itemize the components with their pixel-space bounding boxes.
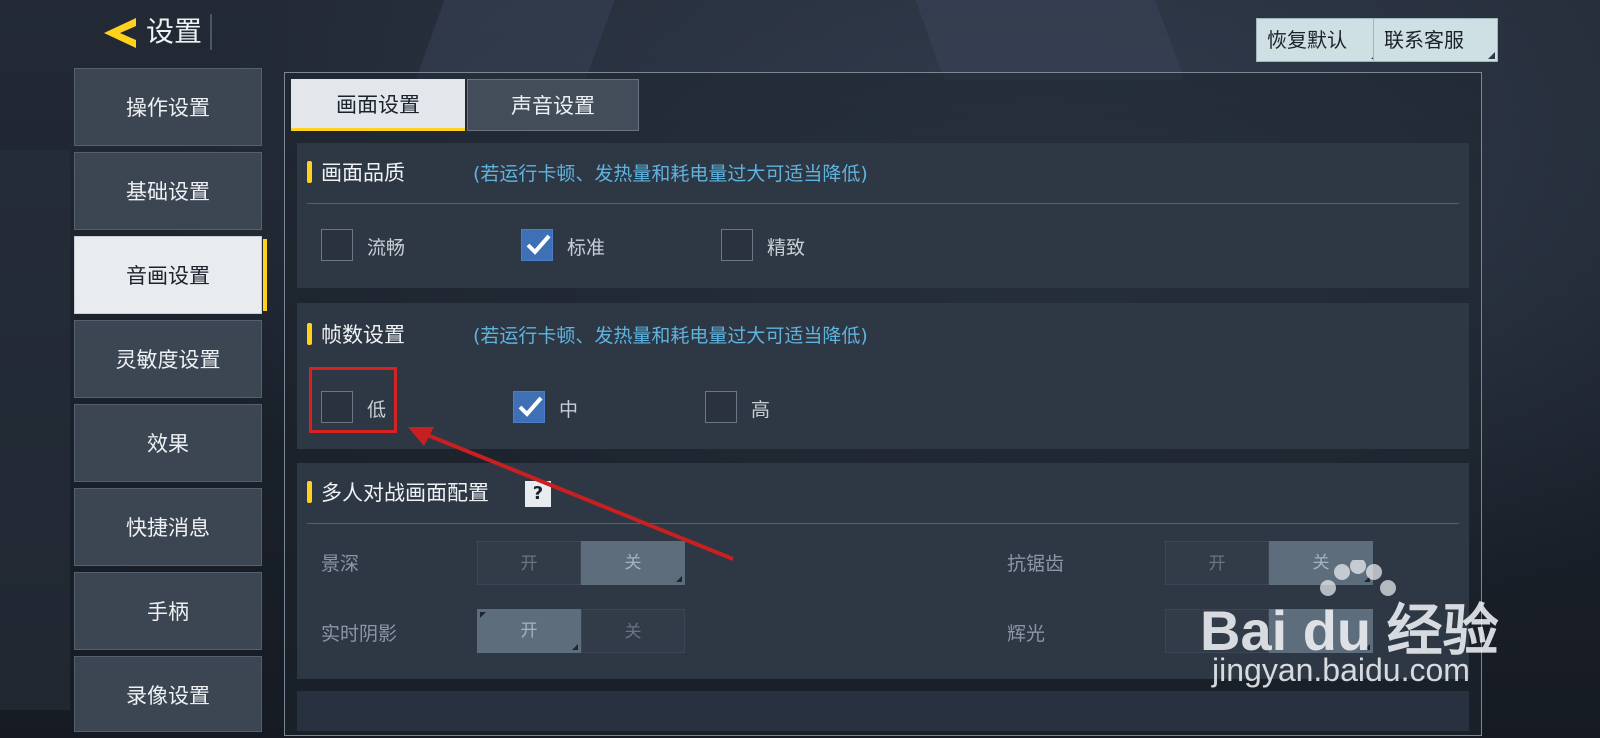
back-arrow-icon bbox=[104, 18, 136, 48]
section-accent-bar bbox=[307, 323, 312, 345]
picture-quality-hint: (若运行卡顿、发热量和耗电量过大可适当降低) bbox=[473, 163, 868, 185]
quality-standard-checkbox[interactable] bbox=[521, 229, 553, 261]
sidebar-item-recording[interactable]: 录像设置 bbox=[74, 656, 262, 732]
quality-fine-checkbox[interactable] bbox=[721, 229, 753, 261]
background-shape bbox=[915, 0, 1185, 80]
frame-rate-high-checkbox[interactable] bbox=[705, 391, 737, 423]
sidebar-item-audio-video[interactable]: 音画设置 bbox=[74, 236, 267, 314]
quality-fine-label: 精致 bbox=[767, 237, 806, 259]
corner-decoration bbox=[480, 612, 486, 618]
quality-smooth-label: 流畅 bbox=[367, 237, 406, 259]
restore-default-button[interactable]: 恢复默认 bbox=[1256, 18, 1381, 62]
watermark-url: jingyan.baidu.com bbox=[1212, 652, 1470, 688]
frame-rate-section: 帧数设置 (若运行卡顿、发热量和耗电量过大可适当降低) 低 中 高 bbox=[297, 303, 1469, 449]
sidebar-item-effects[interactable]: 效果 bbox=[74, 404, 262, 482]
bloom-label: 辉光 bbox=[1007, 623, 1046, 645]
realtime-shadow-label: 实时阴影 bbox=[321, 623, 398, 645]
realtime-shadow-on-option[interactable]: 开 bbox=[477, 609, 581, 653]
sidebar-item-operation[interactable]: 操作设置 bbox=[74, 68, 262, 146]
frame-rate-hint: (若运行卡顿、发热量和耗电量过大可适当降低) bbox=[473, 325, 868, 347]
restore-default-label: 恢复默认 bbox=[1267, 28, 1347, 52]
section-accent-bar bbox=[307, 481, 312, 503]
corner-decoration bbox=[1364, 576, 1370, 582]
tab-picture-settings[interactable]: 画面设置 bbox=[291, 79, 465, 131]
corner-decoration bbox=[676, 576, 682, 582]
option-label: 开 bbox=[520, 621, 538, 641]
sidebar-item-basic[interactable]: 基础设置 bbox=[74, 152, 262, 230]
section-divider bbox=[307, 203, 1459, 204]
frame-rate-title: 帧数设置 bbox=[321, 323, 405, 347]
page-title: 设置 bbox=[146, 14, 213, 50]
frame-rate-medium-checkbox[interactable] bbox=[513, 391, 545, 423]
depth-of-field-on-option[interactable]: 开 bbox=[477, 541, 581, 585]
picture-quality-section: 画面品质 (若运行卡顿、发热量和耗电量过大可适当降低) 流畅 标准 精致 bbox=[297, 143, 1469, 288]
background-shape bbox=[415, 0, 615, 80]
option-label: 关 bbox=[624, 553, 642, 573]
checkmark-icon bbox=[518, 396, 543, 417]
realtime-shadow-off-option[interactable]: 关 bbox=[581, 609, 685, 653]
back-button[interactable] bbox=[100, 14, 140, 52]
quality-standard-label: 标准 bbox=[567, 237, 606, 259]
picture-quality-title: 画面品质 bbox=[321, 161, 405, 185]
checkmark-icon bbox=[526, 234, 551, 255]
corner-decoration bbox=[1488, 52, 1495, 59]
contact-support-label: 联系客服 bbox=[1384, 28, 1464, 52]
anti-aliasing-off-option[interactable]: 关 bbox=[1269, 541, 1373, 585]
quality-smooth-checkbox[interactable] bbox=[321, 229, 353, 261]
annotation-highlight-box bbox=[309, 367, 397, 433]
anti-aliasing-on-option[interactable]: 开 bbox=[1165, 541, 1269, 585]
sidebar-item-sensitivity[interactable]: 灵敏度设置 bbox=[74, 320, 262, 398]
frame-rate-high-label: 高 bbox=[751, 399, 771, 421]
depth-of-field-label: 景深 bbox=[321, 553, 360, 575]
multiplayer-graphics-title: 多人对战画面配置 bbox=[321, 481, 489, 505]
tab-sound-settings[interactable]: 声音设置 bbox=[467, 79, 639, 131]
sidebar-item-controller[interactable]: 手柄 bbox=[74, 572, 262, 650]
corner-decoration bbox=[572, 644, 578, 650]
next-section-partial bbox=[297, 691, 1469, 731]
anti-aliasing-label: 抗锯齿 bbox=[1007, 553, 1065, 575]
help-icon[interactable]: ? bbox=[525, 481, 551, 507]
frame-rate-medium-label: 中 bbox=[559, 399, 579, 421]
section-accent-bar bbox=[307, 161, 312, 183]
sidebar-item-quick-messages[interactable]: 快捷消息 bbox=[74, 488, 262, 566]
section-divider bbox=[307, 523, 1459, 524]
option-label: 关 bbox=[1312, 553, 1330, 573]
depth-of-field-off-option[interactable]: 关 bbox=[581, 541, 685, 585]
background-shape bbox=[0, 150, 70, 710]
contact-support-button[interactable]: 联系客服 bbox=[1373, 18, 1498, 62]
